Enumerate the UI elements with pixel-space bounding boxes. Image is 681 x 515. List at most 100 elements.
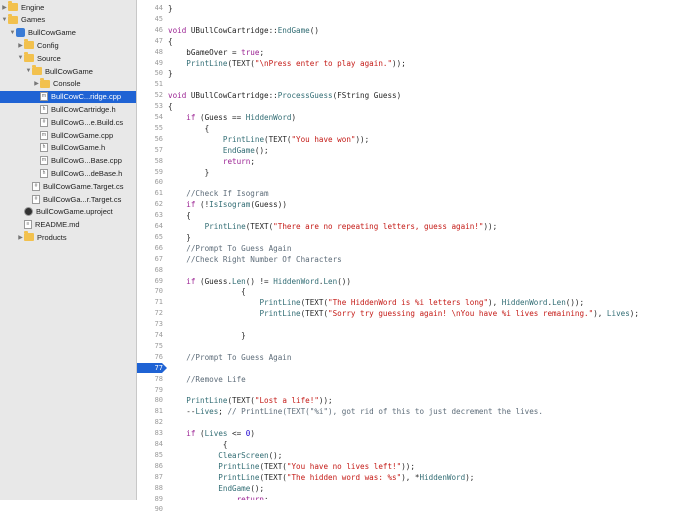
line-number[interactable]: 89	[137, 494, 163, 505]
line-number[interactable]: 71	[137, 297, 163, 308]
nav-item[interactable]: BullCowCartridge.h	[0, 103, 136, 115]
code-line[interactable]: if (Guess.Len() != HiddenWord.Len())	[168, 276, 351, 287]
line-number[interactable]: 56	[137, 134, 163, 145]
disclosure-expanded-icon[interactable]: ▼	[17, 55, 24, 61]
code-line[interactable]: void UBullCowCartridge::EndGame()	[168, 25, 319, 36]
nav-item[interactable]: ▼ Source	[0, 52, 136, 64]
disclosure-collapsed-icon[interactable]: ▶	[17, 42, 24, 49]
line-number[interactable]: 80	[137, 395, 163, 406]
nav-item[interactable]: ▶ Console	[0, 77, 136, 90]
code-line[interactable]: PrintLine(TEXT("Lost a life!"));	[168, 395, 332, 406]
line-number[interactable]: 54	[137, 112, 163, 123]
nav-item[interactable]: BullCowC...ridge.cpp	[0, 90, 136, 103]
code-editor[interactable]: } void UBullCowCartridge::EndGame(){ bGam…	[168, 0, 681, 500]
line-number[interactable]: 77	[137, 363, 163, 374]
line-number[interactable]: 85	[137, 450, 163, 461]
line-number[interactable]: 79	[137, 385, 163, 396]
nav-item[interactable]: ▼ BullCowGame	[0, 27, 136, 39]
nav-item[interactable]: BullCowGame.uproject	[0, 206, 136, 218]
code-line[interactable]: {	[168, 101, 173, 112]
line-number[interactable]: 69	[137, 276, 163, 287]
line-number[interactable]: 87	[137, 472, 163, 483]
line-number[interactable]: 52	[137, 90, 163, 101]
disclosure-collapsed-icon[interactable]: ▶	[17, 234, 24, 241]
code-line[interactable]: return;	[168, 156, 255, 167]
line-number[interactable]: 59	[137, 167, 163, 178]
line-number[interactable]: 76	[137, 352, 163, 363]
disclosure-expanded-icon[interactable]: ▼	[25, 68, 32, 74]
code-line[interactable]: {	[168, 439, 228, 450]
line-number[interactable]: 49	[137, 58, 163, 69]
code-line[interactable]: bGameOver = true;	[168, 47, 264, 58]
code-line[interactable]: //Prompt To Guess Again	[168, 243, 291, 254]
line-number[interactable]: 53	[137, 101, 163, 112]
line-number[interactable]: 84	[137, 439, 163, 450]
nav-item[interactable]: BullCowGame.cpp	[0, 129, 136, 141]
nav-item[interactable]: BullCowG...Base.cpp	[0, 155, 136, 167]
line-number[interactable]: 90	[137, 504, 163, 515]
code-line[interactable]: if (!IsIsogram(Guess))	[168, 199, 287, 210]
code-line[interactable]: {	[168, 210, 191, 221]
nav-item[interactable]: BullCowGame.Target.cs	[0, 180, 136, 192]
code-line[interactable]: PrintLine(TEXT("The hidden word was: %s"…	[168, 472, 474, 483]
nav-item[interactable]: ▼ BullCowGame	[0, 65, 136, 77]
line-number[interactable]: 86	[137, 461, 163, 472]
line-number[interactable]: 70	[137, 286, 163, 297]
nav-item[interactable]: ▶ Products	[0, 231, 136, 243]
line-number[interactable]: 60	[137, 177, 163, 188]
code-line[interactable]: PrintLine(TEXT("You have no lives left!"…	[168, 461, 415, 472]
nav-item[interactable]: BullCowG...deBase.h	[0, 167, 136, 179]
code-line[interactable]: {	[168, 36, 173, 47]
code-line[interactable]: void UBullCowCartridge::ProcessGuess(FSt…	[168, 90, 401, 101]
line-number[interactable]: 68	[137, 265, 163, 276]
line-number[interactable]: 88	[137, 483, 163, 494]
line-number[interactable]: 82	[137, 417, 163, 428]
line-number[interactable]: 66	[137, 243, 163, 254]
code-line[interactable]: PrintLine(TEXT("You have won"));	[168, 134, 369, 145]
code-line[interactable]: PrintLine(TEXT("There are no repeating l…	[168, 221, 498, 232]
nav-item[interactable]: ▼ Games	[0, 13, 136, 26]
code-line[interactable]: }	[168, 330, 246, 341]
code-line[interactable]: PrintLine(TEXT("The HiddenWord is %i let…	[168, 297, 584, 308]
line-number[interactable]: 65	[137, 232, 163, 243]
code-line[interactable]: return;	[168, 494, 269, 501]
line-number[interactable]: 46	[137, 25, 163, 36]
line-number[interactable]: 63	[137, 210, 163, 221]
code-line[interactable]: EndGame();	[168, 483, 264, 494]
nav-item[interactable]: ▶ Config	[0, 39, 136, 51]
line-number[interactable]: 78	[137, 374, 163, 385]
code-line[interactable]: //Remove Life	[168, 374, 245, 385]
code-line[interactable]: if (Guess == HiddenWord)	[168, 112, 296, 123]
line-number[interactable]: 83	[137, 428, 163, 439]
nav-item[interactable]: BullCowG...e.Build.cs	[0, 116, 136, 128]
code-line[interactable]: //Prompt To Guess Again	[168, 352, 291, 363]
line-number[interactable]: 58	[137, 156, 163, 167]
code-line[interactable]: PrintLine(TEXT("\nPress enter to play ag…	[168, 58, 405, 69]
code-line[interactable]: {	[168, 123, 210, 134]
line-number[interactable]: 44	[137, 3, 163, 14]
disclosure-expanded-icon[interactable]: ▼	[1, 17, 8, 23]
disclosure-collapsed-icon[interactable]: ▶	[1, 4, 8, 11]
code-line[interactable]: ClearScreen();	[168, 450, 282, 461]
line-number[interactable]: 72	[137, 308, 163, 319]
line-number[interactable]: 74	[137, 330, 163, 341]
nav-item[interactable]: README.md	[0, 219, 136, 231]
code-line[interactable]: }	[168, 3, 173, 14]
line-number[interactable]: 61	[137, 188, 163, 199]
code-line[interactable]: //Check Right Number Of Characters	[168, 254, 341, 265]
disclosure-collapsed-icon[interactable]: ▶	[33, 80, 40, 87]
line-number[interactable]: 64	[137, 221, 163, 232]
line-number[interactable]: 55	[137, 123, 163, 134]
code-line[interactable]: EndGame();	[168, 145, 269, 156]
line-number[interactable]: 81	[137, 406, 163, 417]
line-number[interactable]: 51	[137, 79, 163, 90]
code-line[interactable]: if (Lives <= 0)	[168, 428, 255, 439]
code-line[interactable]: //Check If Isogram	[168, 188, 268, 199]
code-line[interactable]: PrintLine(TEXT("Sorry try guessing again…	[168, 308, 639, 319]
line-number[interactable]: 45	[137, 14, 163, 25]
line-number[interactable]: 67	[137, 254, 163, 265]
code-line[interactable]: }	[168, 68, 173, 79]
nav-item[interactable]: BullCowGa...r.Target.cs	[0, 193, 136, 205]
line-number[interactable]: 62	[137, 199, 163, 210]
line-number[interactable]: 50	[137, 68, 163, 79]
